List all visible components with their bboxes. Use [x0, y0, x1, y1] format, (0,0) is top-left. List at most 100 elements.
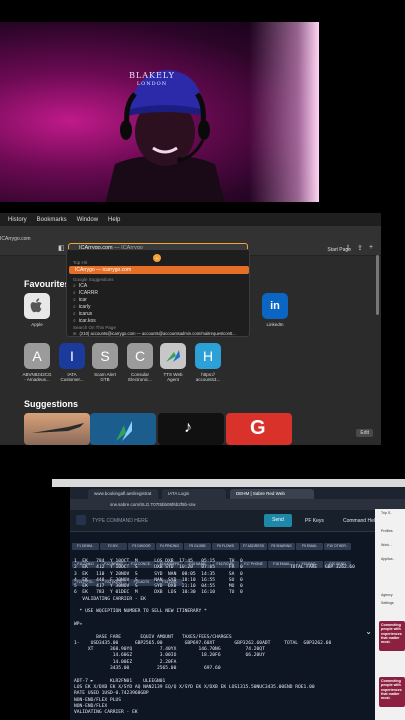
- fav-linkedin[interactable]: in LinkedIn: [260, 293, 290, 327]
- command-input[interactable]: TYPE COMMAND HERE: [92, 518, 148, 524]
- webcam-feed: BLAKELY LONDON: [0, 22, 319, 202]
- fav-accounts[interactable]: H https:// accounts3...: [193, 343, 223, 382]
- menu-bookmarks[interactable]: Bookmarks: [37, 217, 67, 223]
- total-fare-label: TOTAL FARE: [290, 565, 318, 570]
- fav-label: IATA Customer...: [60, 372, 84, 382]
- search-icon: ⌕: [73, 290, 76, 296]
- suggestion-plane-photo[interactable]: [24, 413, 90, 445]
- side-panel: Trip S.. Profiles Work... Applica.. Agen…: [375, 509, 405, 720]
- mail-icon: ✉: [73, 331, 77, 336]
- command-bar: TYPE COMMAND HERE Send PF Keys Command H…: [70, 510, 405, 532]
- sabre-logo-icon: [76, 515, 86, 525]
- tiktok-icon: ♪: [184, 419, 192, 436]
- suggestion-row[interactable]: ⌕ icar.kos: [73, 318, 96, 324]
- suggestion-row[interactable]: ⌕ icarly: [73, 304, 90, 310]
- fav-label: LinkedIn: [266, 322, 284, 327]
- share-icon[interactable]: ⇪: [357, 244, 363, 252]
- menu-history[interactable]: History: [8, 217, 27, 223]
- scrollbar[interactable]: [376, 255, 379, 315]
- side-item[interactable]: Applica..: [375, 555, 405, 563]
- fkey-button[interactable]: F7 ADDRESS: [240, 543, 267, 550]
- side-item[interactable]: Agency: [375, 591, 405, 599]
- send-button[interactable]: Send: [264, 514, 292, 527]
- fav-label: Apple: [31, 322, 43, 327]
- suggestions-section-label: Google Suggestions: [73, 277, 114, 282]
- cap-logo: BLAKELY LONDON: [129, 71, 175, 88]
- browser-tab-bar: www.bookingafl.aeti/registrat IATA Login…: [70, 487, 405, 499]
- search-icon: ⌕: [73, 304, 76, 310]
- tab-iata-login[interactable]: IATA Login: [162, 489, 226, 499]
- fav-scam-alert[interactable]: S Scam Alert GTB: [90, 343, 120, 382]
- fkey-button[interactable]: F2 MY..: [100, 543, 127, 550]
- side-item[interactable]: Trip S..: [375, 509, 405, 517]
- fav-amadeus[interactable]: A ABVN8242CG - Amadeus...: [22, 343, 52, 382]
- fav-label: TTS Web Agent: [163, 372, 183, 382]
- google-icon: G: [250, 417, 266, 439]
- top-hit-row[interactable]: ICArrygo — icarrygo.com: [69, 266, 249, 274]
- suggestion-tiktok[interactable]: ♪: [158, 413, 224, 445]
- fkey-button[interactable]: F5 GLOBE: [184, 543, 211, 550]
- fkey-button[interactable]: F3 DWOOR: [128, 543, 155, 550]
- fkey-button[interactable]: F6 FLOWS: [212, 543, 239, 550]
- tab-booking[interactable]: www.bookingafl.aeti/registrat: [88, 489, 158, 499]
- scroll-down-icon[interactable]: ⌄: [365, 627, 372, 636]
- ad-card[interactable]: Connecting people with experiences that …: [379, 621, 405, 651]
- menu-bar: History Bookmarks Window Help: [0, 213, 381, 226]
- search-icon: ⌕: [73, 318, 76, 324]
- fav-label: Scam Alert GTB: [94, 372, 116, 382]
- favourites-heading: Favourites: [24, 279, 70, 289]
- fkey-button[interactable]: F9 EMAIL: [296, 543, 323, 550]
- letter-s-icon: S: [92, 343, 118, 369]
- menu-help[interactable]: Help: [108, 217, 120, 223]
- shield-icon[interactable]: ◧: [58, 244, 65, 252]
- letter-a-icon: A: [24, 343, 50, 369]
- letter-i-icon: I: [59, 343, 85, 369]
- sabre-browser-window: www.bookingafl.aeti/registrat IATA Login…: [70, 487, 405, 720]
- fav-apple[interactable]: Apple: [22, 293, 52, 327]
- fav-consular[interactable]: C Consular Electronic...: [125, 343, 155, 382]
- search-icon: ⌕: [73, 311, 76, 317]
- menu-window[interactable]: Window: [77, 217, 98, 223]
- search-on-page-label: Search On This Page: [73, 325, 116, 330]
- linkedin-icon: in: [262, 293, 288, 319]
- total-fare-value: GBP 3262.60: [325, 565, 355, 570]
- ring-light: [249, 22, 319, 202]
- ad-card[interactable]: Connecting people with experiences that …: [379, 677, 405, 707]
- top-hit-label: Top Hit: [73, 260, 88, 265]
- apple-icon: [24, 293, 50, 319]
- chevron-down-icon[interactable]: ⌄: [153, 254, 161, 262]
- fav-label: https:// accounts3...: [195, 372, 221, 382]
- sabre-url-bar[interactable]: srw.sabre.com/SLG.T07t5bb06f6b2f5b-srw: [70, 499, 405, 510]
- tts-icon: [160, 343, 186, 369]
- fav-tts[interactable]: TTS Web Agent: [158, 343, 188, 382]
- terminal-line: VALIDATING CARRIER - EK: [74, 710, 138, 716]
- side-item[interactable]: Profiles: [375, 527, 405, 535]
- search-icon: ⌕: [73, 283, 76, 289]
- fkey-button[interactable]: F4 PRICING: [156, 543, 183, 550]
- letter-h-icon: H: [195, 343, 221, 369]
- address-suggestions-dropdown: ⌄ Top Hit ICArrygo — icarrygo.com Google…: [66, 249, 250, 337]
- fav-iata[interactable]: I IATA Customer...: [57, 343, 87, 382]
- fkey-button[interactable]: F1 DEHM..: [72, 543, 99, 550]
- suggestion-google[interactable]: G: [226, 413, 292, 445]
- suggestion-row[interactable]: ⌕ ICARRR: [73, 290, 98, 296]
- pf-keys-button[interactable]: PF Keys: [305, 518, 324, 524]
- side-item[interactable]: Work...: [375, 541, 405, 549]
- start-page-tab[interactable]: Start Page: [327, 247, 351, 253]
- fkey-button[interactable]: F10 OTHER..: [324, 543, 351, 550]
- tab-sabre[interactable]: DEHM | Sabre Red Web: [230, 489, 314, 499]
- previous-url: ICArrygo.com: [0, 236, 31, 242]
- suggestion-tts[interactable]: [90, 413, 156, 445]
- email-suggestion-row[interactable]: ✉ (210) accounts@icarrygo.com — accounts@…: [73, 331, 249, 337]
- suggestion-row[interactable]: ⌕ ICA: [73, 283, 87, 289]
- suggestion-row[interactable]: ⌕ icar: [73, 297, 87, 303]
- fav-label: ABVN8242CG - Amadeus...: [22, 372, 52, 382]
- suggestion-row[interactable]: ⌕ icarus: [73, 311, 92, 317]
- desktop-menu-bar: [52, 479, 405, 487]
- side-item[interactable]: Settings: [375, 599, 405, 607]
- edit-button[interactable]: Edit: [356, 429, 373, 437]
- fkey-button[interactable]: F8 SHARING: [268, 543, 295, 550]
- terminal-output: 1 EK 784 Y 10OCT M LOS DXB 17:45 05:15 T…: [74, 559, 374, 716]
- fav-label: Consular Electronic...: [128, 372, 152, 382]
- new-tab-icon[interactable]: +: [369, 244, 373, 251]
